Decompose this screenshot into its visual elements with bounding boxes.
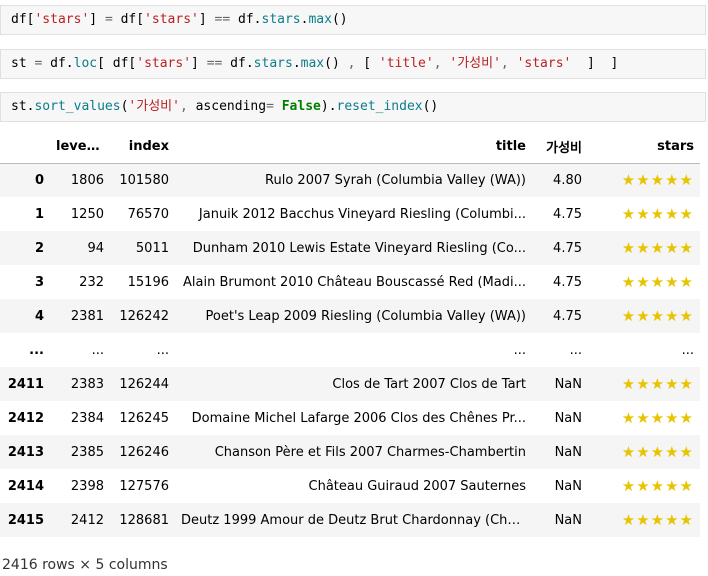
code-cell-3-text: st.sort_values('가성비', ascending= False).… (11, 99, 439, 114)
row-stars: ★★★★★ (621, 239, 694, 257)
code-cell-1-text: df['stars'] = df['stars'] == df.stars.ma… (11, 12, 348, 27)
row-level0: 2383 (70, 376, 104, 392)
table-row: 2411 2383 126244 Clos de Tart 2007 Clos de … (0, 367, 700, 401)
row-stars: ★★★★★ (621, 307, 694, 325)
row-index-col: 127576 (119, 478, 169, 494)
row-level0: 94 (87, 240, 104, 256)
table-row: .................. (0, 333, 700, 367)
row-value: 4.75 (553, 206, 582, 222)
row-index-col: 101580 (119, 172, 169, 188)
code-cell-2-text: st = df.loc[ df['stars'] == df.stars.max… (11, 56, 619, 71)
row-value: NaN (554, 444, 582, 460)
row-title: Chanson Père et Fils 2007 Charmes-Chambe… (214, 444, 526, 460)
header-level0: level_0 (50, 130, 110, 164)
row-level0: 2384 (70, 410, 104, 426)
table-row: 2413 2385 126246 Chanson Père et Fils 2007 … (0, 435, 700, 469)
row-index: ... (29, 342, 44, 358)
row-index-col: 126245 (119, 410, 169, 426)
row-index: 2 (34, 240, 44, 256)
code-cell-2[interactable]: st = df.loc[ df['stars'] == df.stars.max… (0, 49, 706, 79)
row-stars: ★★★★★ (621, 409, 694, 427)
row-level0: 1250 (70, 206, 104, 222)
row-title: Dunham 2010 Lewis Estate Vineyard Riesli… (192, 240, 526, 256)
row-index-col: 126246 (119, 444, 169, 460)
table-row: 0 1806 101580 Rulo 2007 Syrah (Columbia Val… (0, 163, 700, 197)
row-index: 2411 (7, 376, 44, 392)
header-title: title (175, 130, 532, 164)
row-index: 2414 (7, 478, 44, 494)
row-value: 4.80 (553, 172, 582, 188)
row-value: NaN (554, 410, 582, 426)
row-title: Deutz 1999 Amour de Deutz Brut Chardonna… (181, 512, 528, 528)
row-value: NaN (554, 478, 582, 494)
table-row: 4 2381 126242 Poet's Leap 2009 Riesling (Co… (0, 299, 700, 333)
row-level0: 2412 (70, 512, 104, 528)
code-cell-1[interactable]: df['stars'] = df['stars'] == df.stars.ma… (0, 5, 706, 35)
row-index: 0 (34, 172, 44, 188)
table-row: 2415 2412 128681 Deutz 1999 Amour de Deutz … (0, 503, 700, 537)
row-stars: ★★★★★ (621, 273, 694, 291)
row-index-col: ... (156, 342, 169, 358)
header-index (0, 130, 50, 164)
row-index-col: 5011 (135, 240, 169, 256)
row-index-col: 128681 (119, 512, 169, 528)
row-level0: ... (91, 342, 104, 358)
row-title: Poet's Leap 2009 Riesling (Columbia Vall… (205, 308, 526, 324)
header-index-col: index (110, 130, 175, 164)
table-row: 1 1250 76570 Januik 2012 Bacchus Vineyard R… (0, 197, 700, 231)
table-row: 2414 2398 127576 Château Guiraud 2007 Saute… (0, 469, 700, 503)
row-title: ... (513, 342, 526, 358)
row-stars: ★★★★★ (621, 205, 694, 223)
row-stars: ... (681, 342, 694, 358)
row-index: 4 (34, 308, 44, 324)
row-title: Clos de Tart 2007 Clos de Tart (332, 376, 526, 392)
row-level0: 2398 (70, 478, 104, 494)
row-index-col: 15196 (127, 274, 169, 290)
row-index: 2413 (7, 444, 44, 460)
row-index: 3 (34, 274, 44, 290)
row-level0: 1806 (70, 172, 104, 188)
row-stars: ★★★★★ (621, 375, 694, 393)
row-index: 2415 (7, 512, 44, 528)
table-row: 2 94 5011 Dunham 2010 Lewis Estate Vineyard… (0, 231, 700, 265)
row-level0: 2385 (70, 444, 104, 460)
row-value: NaN (554, 512, 582, 528)
row-index: 2412 (7, 410, 44, 426)
code-cell-3[interactable]: st.sort_values('가성비', ascending= False).… (0, 92, 706, 122)
row-value: NaN (554, 376, 582, 392)
table-row: 2412 2384 126245 Domaine Michel Lafarge 200… (0, 401, 700, 435)
row-index-col: 126242 (119, 308, 169, 324)
row-stars: ★★★★★ (621, 511, 694, 529)
header-stars: stars (588, 130, 700, 164)
row-title: Domaine Michel Lafarge 2006 Clos des Chê… (191, 410, 526, 426)
dataframe-table: level_0 index title 가성비 stars 0 1806 10158… (0, 130, 700, 537)
table-row: 3 232 15196 Alain Brumont 2010 Château Bous… (0, 265, 700, 299)
row-title: Januik 2012 Bacchus Vineyard Riesling (C… (198, 206, 526, 222)
row-value: ... (569, 342, 582, 358)
table-shape-footer: 2416 rows × 5 columns (2, 557, 168, 573)
row-index-col: 76570 (127, 206, 169, 222)
row-title: Château Guiraud 2007 Sauternes (308, 478, 526, 494)
row-stars: ★★★★★ (621, 443, 694, 461)
row-index: 1 (34, 206, 44, 222)
row-stars: ★★★★★ (621, 477, 694, 495)
row-value: 4.75 (553, 240, 582, 256)
row-stars: ★★★★★ (621, 171, 694, 190)
row-title: Rulo 2007 Syrah (Columbia Valley (WA)) (265, 172, 526, 188)
row-index-col: 126244 (119, 376, 169, 392)
table-header-row: level_0 index title 가성비 stars (0, 130, 700, 164)
header-value: 가성비 (532, 130, 588, 164)
row-level0: 232 (79, 274, 104, 290)
row-value: 4.75 (553, 274, 582, 290)
row-title: Alain Brumont 2010 Château Bouscassé Red… (183, 274, 526, 290)
row-value: 4.75 (553, 308, 582, 324)
row-level0: 2381 (70, 308, 104, 324)
